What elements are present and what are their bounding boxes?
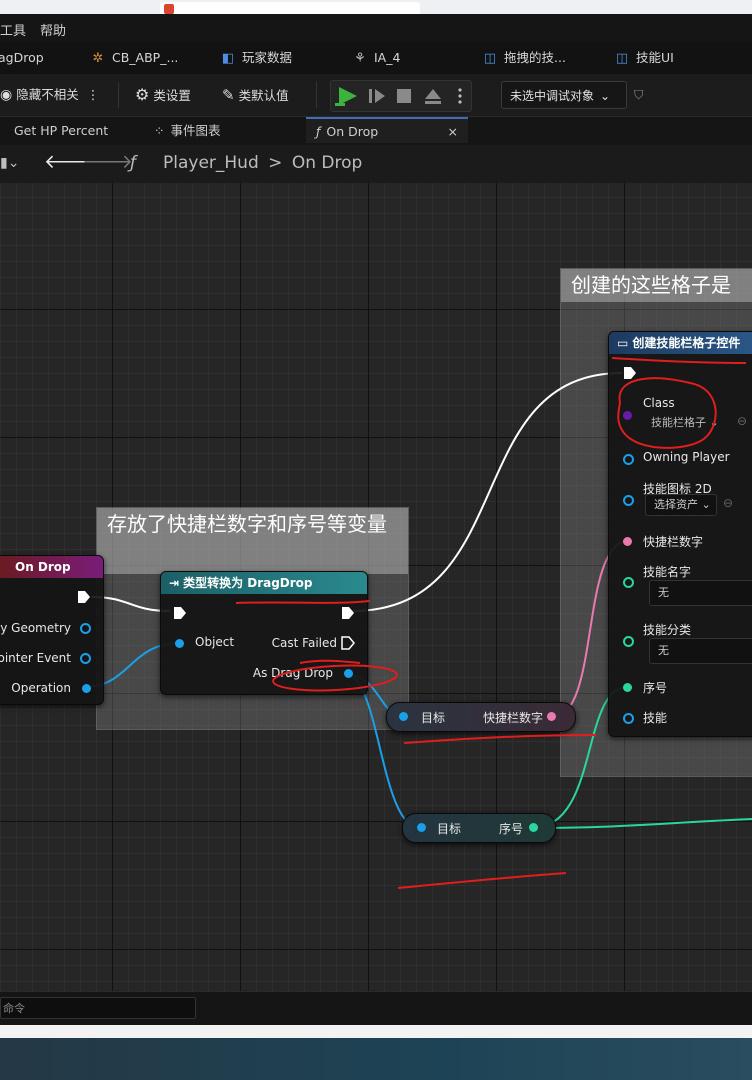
class-defaults-label: 类默认值 [238,88,289,103]
asset-tab-skill-ui[interactable]: ◫ 技能UI [614,42,674,74]
annotation-stroke [299,659,361,664]
asset-tab-dragdrop[interactable]: agDrop [0,42,44,74]
desktop-background [0,1038,752,1080]
class-settings-button[interactable]: ⚙ 类设置 [135,82,191,108]
gear-icon: ⚙ [135,85,150,104]
red-annotation-layer [235,357,747,889]
play-controls [330,80,472,112]
debug-target-label: 未选中调试对象 [510,89,595,103]
blueprint-graph-canvas[interactable]: 创建的这些格子是 存放了快捷栏数字和序号等变量 On Drop My Geome… [0,183,752,991]
asset-tab-cb-abp[interactable]: ✲ CB_ABP_... [90,42,179,74]
document-tab-bar: Get HP Percent ⁘ 事件图表 ƒ On Drop × [0,117,752,146]
widget-icon: ◫ [615,51,629,66]
tab-label: 拖拽的技... [504,50,566,65]
tab-label: agDrop [0,50,44,65]
class-settings-label: 类设置 [153,88,191,103]
console-placeholder: 命令 [3,1002,25,1015]
eject-icon[interactable] [425,89,441,99]
window-bottom-edge [0,1025,752,1038]
toolbar-divider [118,82,119,108]
tab-label: 玩家数据 [242,50,293,65]
tab-label: On Drop [326,124,379,139]
annotation-underline [611,357,747,364]
tab-on-drop[interactable]: ƒ On Drop × [306,117,468,143]
debug-filter-icon[interactable]: ⛉ [634,82,643,108]
tab-get-hp-percent[interactable]: Get HP Percent [0,117,108,145]
chevron-down-icon: ⌄ [600,89,611,103]
console-bar: 命令 [0,991,752,1026]
eject-icon-base [425,101,441,104]
more-icon-dot [458,94,462,98]
tab-label: CB_ABP_... [112,50,179,65]
play-icon[interactable] [339,87,357,105]
forward-arrow-icon[interactable]: 🡒 [82,150,133,173]
annotation-circle [272,664,398,692]
breadcrumb-separator: > [268,153,283,173]
toolbar: ◉ 隐藏不相关 ⋮ ⚙ 类设置 ✎ 类默认值 未选中调试对象 ⌄ ⛉ [0,74,752,117]
function-icon: ƒ [130,153,136,173]
browser-tab[interactable] [160,2,420,14]
annotation-underline [397,872,567,889]
class-defaults-button[interactable]: ✎ 类默认值 [222,82,289,108]
annotation-underline [235,600,371,604]
asset-tab-player-data[interactable]: ◧ 玩家数据 [220,42,292,74]
tab-label: 事件图表 [170,123,221,138]
asset-tab-bar: agDrop ✲ CB_ABP_... ◧ 玩家数据 ⚘ IA_4 ◫ 拖拽的技... … [0,42,752,75]
event-graph-icon: ⁘ [154,123,165,138]
tab-label: IA_4 [374,50,401,65]
breadcrumb-bar: ▮⌄ 🡐 🡒 ƒ Player_Hud > On Drop [0,145,752,183]
function-icon: ƒ [316,124,321,139]
edit-icon: ✎ [222,86,235,104]
close-icon[interactable]: × [448,119,458,145]
hide-unrelated-label: 隐藏不相关 [16,87,79,102]
hide-unrelated-button[interactable]: ◉ 隐藏不相关 ⋮ [0,82,99,108]
tab-label: Get HP Percent [14,123,109,138]
eye-icon: ◉ [0,87,13,103]
more-icon-dot [458,100,462,104]
struct-icon: ◧ [221,51,235,66]
menu-help[interactable]: 帮助 [40,20,66,39]
debug-target-select[interactable]: 未选中调试对象 ⌄ [501,81,627,109]
more-icon[interactable]: ⋮ [87,87,100,102]
tab-label: 技能UI [636,50,674,65]
play-controls-icons [335,87,462,106]
asset-tab-ia4[interactable]: ⚘ IA_4 [352,42,400,74]
console-input[interactable]: 命令 [0,997,196,1019]
cb-icon: ✲ [92,51,104,66]
asset-tab-drag-skill[interactable]: ◫ 拖拽的技... [482,42,566,74]
menu-tools[interactable]: 工具 [0,20,26,39]
widget-icon: ◫ [483,51,497,66]
stop-icon[interactable] [397,89,411,103]
bookmark-icon[interactable]: ▮⌄ [0,155,19,171]
breadcrumb-leaf[interactable]: On Drop [292,153,362,173]
input-action-icon: ⚘ [354,51,366,66]
annotation-circle [617,377,717,449]
toolbar-divider [316,82,317,108]
step-icon[interactable] [375,89,385,103]
step-icon-bar [369,89,372,103]
more-icon[interactable] [458,88,462,92]
annotation-underline [403,734,597,744]
browser-tab-icon [164,4,174,14]
breadcrumb-root[interactable]: Player_Hud [163,153,259,173]
menu-bar: 工具 帮助 [0,14,752,42]
breadcrumb: Player_Hud > On Drop [163,153,362,173]
tab-event-graph[interactable]: ⁘ 事件图表 [154,117,221,145]
play-icon-base [335,103,345,106]
